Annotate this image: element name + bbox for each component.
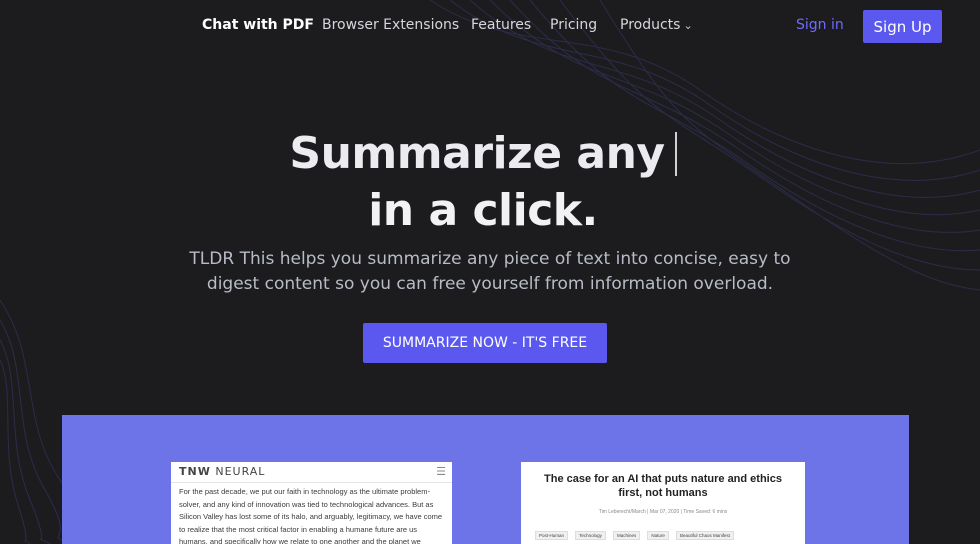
hamburger-menu-icon: ☰ [436, 465, 446, 478]
chevron-down-icon: ⌄ [683, 19, 693, 32]
tag-chip: Nature [647, 531, 669, 540]
top-navigation: Chat with PDF Browser Extensions Feature… [0, 0, 980, 52]
tag-chip: Post-Human [535, 531, 569, 540]
source-article-card: TNW NEURAL ☰ For the past decade, we put… [171, 462, 452, 544]
typing-cursor [674, 132, 677, 176]
nav-link-chat-with-pdf[interactable]: Chat with PDF [202, 17, 314, 33]
hero-headline-text: Summarize any [289, 128, 665, 179]
hero-headline-line1: Summarize any [0, 128, 966, 179]
article-body-text: For the past decade, we put our faith in… [179, 487, 443, 544]
summary-meta: Tim Leberecht/March | Mar 07, 2020 | Tim… [598, 509, 728, 515]
hero-headline-line2: in a click. [368, 185, 598, 236]
tag-chip: Technology [575, 531, 606, 540]
sign-in-link[interactable]: Sign in [796, 17, 844, 33]
nav-link-browser-extensions[interactable]: Browser Extensions [322, 17, 459, 33]
tnw-neural-logo: TNW NEURAL [179, 465, 266, 478]
nav-link-products-label: Products [620, 17, 681, 33]
summarize-now-button[interactable]: SUMMARIZE NOW - IT'S FREE [363, 323, 607, 363]
hero-subtitle: TLDR This helps you summarize any piece … [189, 249, 791, 294]
summary-title: The case for an AI that puts nature and … [544, 473, 782, 499]
nav-link-products[interactable]: Products ⌄ [620, 17, 693, 33]
tag-chip: Beautiful Chaos Manifest [675, 531, 734, 540]
summary-tags: Post-Human Technology Machines Nature Be… [521, 522, 805, 541]
nav-link-pricing[interactable]: Pricing [550, 17, 597, 33]
tag-chip: Machines [612, 531, 641, 540]
demo-preview-panel: TNW NEURAL ☰ For the past decade, we put… [62, 415, 909, 544]
summary-card: The case for an AI that puts nature and … [521, 462, 805, 544]
sign-up-button[interactable]: Sign Up [863, 10, 942, 43]
article-header: TNW NEURAL ☰ [171, 462, 452, 483]
nav-link-features[interactable]: Features [471, 17, 531, 33]
